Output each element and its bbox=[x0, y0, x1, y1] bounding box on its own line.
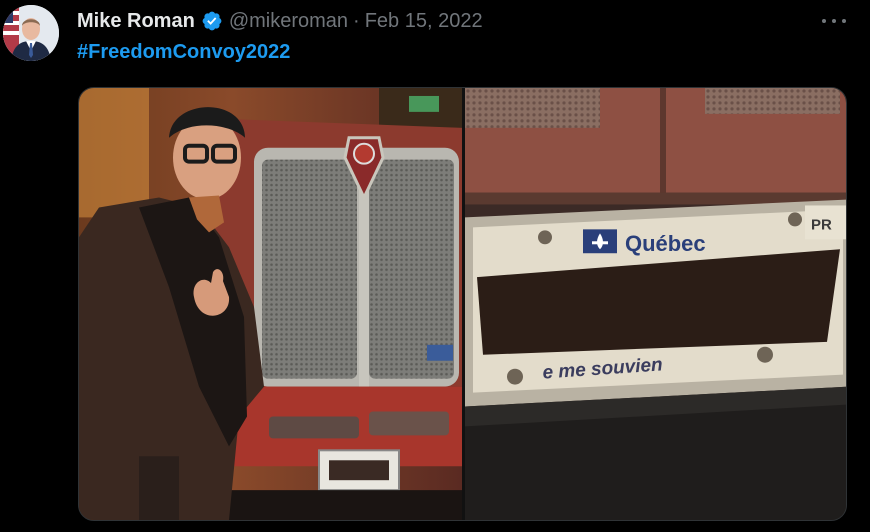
avatar-portrait bbox=[3, 5, 59, 61]
plate-province-text: Québec bbox=[625, 231, 706, 256]
tweet-header: Mike Roman @mikeroman · Feb 15, 2022 bbox=[77, 9, 483, 33]
verified-badge-icon bbox=[202, 11, 222, 31]
tweet-media-grid: Québec PR e me souvien bbox=[78, 87, 847, 521]
more-dot bbox=[832, 19, 836, 23]
more-dot bbox=[842, 19, 846, 23]
hashtag-link[interactable]: #FreedomConvoy2022 bbox=[77, 41, 290, 64]
more-dot bbox=[822, 19, 826, 23]
author-avatar[interactable] bbox=[3, 5, 59, 61]
photo-truck-man-image bbox=[79, 88, 462, 520]
author-name[interactable]: Mike Roman bbox=[77, 10, 195, 33]
media-photo-truck-man[interactable] bbox=[79, 88, 462, 520]
more-options-icon[interactable] bbox=[822, 11, 846, 31]
author-handle[interactable]: @mikeroman bbox=[229, 10, 348, 33]
tweet-date[interactable]: Feb 15, 2022 bbox=[365, 10, 483, 33]
separator-dot: · bbox=[353, 9, 360, 32]
plate-corner-text: PR bbox=[811, 216, 832, 233]
photo-license-plate-image: Québec PR e me souvien bbox=[465, 88, 846, 520]
media-photo-license-plate[interactable]: Québec PR e me souvien bbox=[465, 88, 846, 520]
